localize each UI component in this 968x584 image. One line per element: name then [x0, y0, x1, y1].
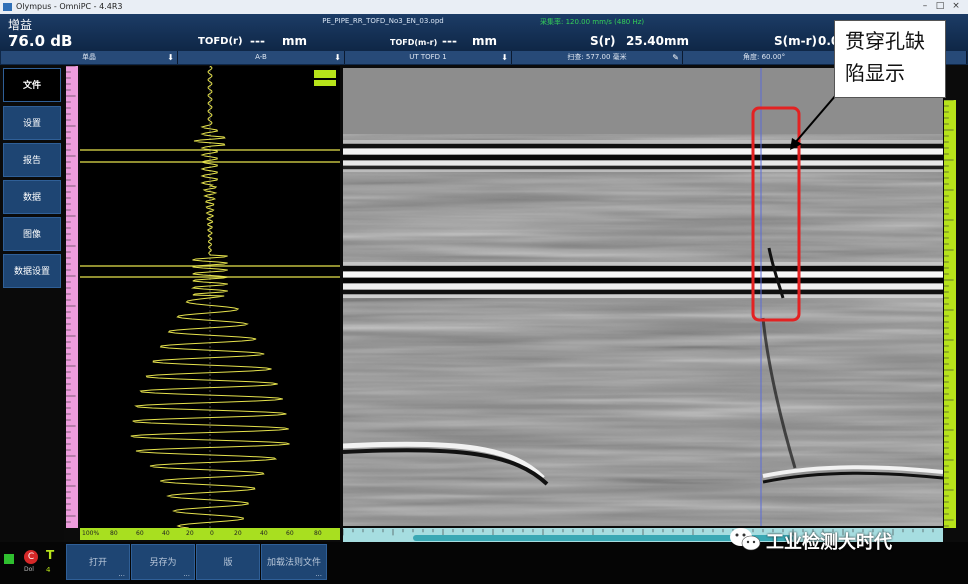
view-select-ab[interactable]: A-B ⬇	[178, 51, 345, 64]
chevron-down-icon: ⬇	[167, 53, 174, 62]
save-as-button[interactable]: 另存为...	[131, 544, 195, 580]
view-select-group[interactable]: UT TOFD 1 ⬇	[345, 51, 512, 64]
sidebar-item-label: 图像	[22, 230, 41, 240]
depth-ruler-right[interactable]	[944, 99, 956, 528]
sidebar-item-label: 设置	[22, 119, 41, 129]
a-scan-waveform	[80, 65, 340, 529]
view-selector-bar: 单晶 ⬇ A-B ⬇ UT TOFD 1 ⬇ 扫查: 577.00 毫米 ✎ 角度: 6…	[0, 50, 968, 65]
sidebar-item-report[interactable]: 报告	[3, 143, 61, 177]
ruler-tick: 20	[186, 530, 194, 537]
more-icon: ...	[118, 570, 125, 578]
ruler-tick: 40	[162, 530, 170, 537]
readout-header: 增益 76.0 dB PE_PIPE_RR_TOFD_No3_EN_03.opd…	[0, 14, 968, 50]
watermark-text: 工业检测大时代	[766, 532, 892, 553]
sidebar-item-data[interactable]: 数据	[3, 180, 61, 214]
sidebar-item-label: 数据	[22, 193, 41, 203]
sidebar-item-label: 文件	[22, 81, 41, 91]
sidebar-item-image[interactable]: 图像	[3, 217, 61, 251]
close-icon[interactable]: ×	[949, 1, 963, 12]
window-title: Olympus - OmniPC - 4.4R3	[16, 2, 123, 11]
open-button[interactable]: 打开...	[66, 544, 130, 580]
tofd-mr-unit: mm	[472, 34, 498, 48]
s-mr-label: S(m-r)	[774, 34, 818, 48]
ruler-tick: 100%	[82, 530, 100, 537]
tofd-r-label: TOFD(r)	[198, 36, 243, 47]
file-name: PE_PIPE_RR_TOFD_No3_EN_03.opd	[322, 17, 444, 25]
view-select-single-label: 单晶	[82, 53, 96, 61]
view-select-group-label: UT TOFD 1	[409, 53, 447, 61]
version-button[interactable]: 版	[196, 544, 260, 580]
amplitude-ruler[interactable]: 100% 80 60 40 20 0 20 40 60 80	[80, 528, 340, 540]
scan-position-field[interactable]: 扫查: 577.00 毫米 ✎	[512, 51, 683, 64]
callout-line-2: 陷显示	[845, 61, 905, 85]
view-select-single[interactable]: 单晶 ⬇	[1, 51, 178, 64]
scan-position-label: 扫查: 577.00 毫米	[567, 53, 627, 61]
right-ruler-ticks	[944, 99, 954, 527]
more-icon: ...	[315, 570, 322, 578]
ruler-tick: 20	[234, 530, 242, 537]
status-t-icon: T	[46, 548, 55, 562]
ruler-tick: 60	[136, 530, 144, 537]
wechat-icon	[730, 528, 761, 551]
ruler-tick: 0	[210, 530, 214, 537]
maximize-icon[interactable]: □	[933, 1, 947, 12]
ruler-tick: 60	[286, 530, 294, 537]
acquisition-speed: 采集率: 120.00 mm/s (480 Hz)	[540, 18, 645, 26]
chevron-down-icon: ⬇	[334, 53, 341, 62]
ruler-tick: 40	[260, 530, 268, 537]
depth-ruler-ticks	[66, 65, 76, 523]
gain-label: 增益	[8, 18, 33, 32]
sidebar-item-label: 报告	[22, 156, 41, 166]
callout-line-1: 贯穿孔缺	[845, 29, 925, 53]
load-law-file-button[interactable]: 加载法则文件...	[261, 544, 327, 580]
version-button-label: 版	[223, 558, 233, 568]
save-as-button-label: 另存为	[149, 558, 177, 568]
tofd-mr-value: ---	[442, 34, 457, 48]
pencil-icon: ✎	[672, 53, 679, 62]
angle-label: 角度: 60.00°	[743, 53, 786, 61]
chevron-down-icon: ⬇	[501, 53, 508, 62]
s-r-label: S(r)	[590, 34, 616, 48]
ruler-tick: 80	[110, 530, 118, 537]
load-law-file-button-label: 加载法则文件	[266, 558, 321, 568]
more-icon: ...	[183, 570, 190, 578]
minimize-icon[interactable]: –	[918, 1, 932, 12]
watermark: 工业检测大时代	[728, 524, 958, 554]
view-select-ab-label: A-B	[255, 53, 267, 61]
a-scan-view[interactable]	[80, 65, 340, 529]
sidebar-item-settings[interactable]: 设置	[3, 106, 61, 140]
status-t-sub: 4	[46, 566, 51, 574]
app-icon	[3, 3, 12, 11]
defect-callout: 贯穿孔缺 陷显示	[834, 20, 946, 98]
depth-ruler-left[interactable]	[66, 65, 78, 528]
sidebar-item-file[interactable]: 文件	[3, 68, 61, 102]
title-bar: Olympus - OmniPC - 4.4R3 – □ ×	[0, 0, 968, 14]
tofd-mr-label: TOFD(m-r)	[390, 38, 438, 47]
connection-icon	[4, 554, 14, 564]
open-button-label: 打开	[88, 558, 107, 568]
s-r-value: 25.40	[626, 34, 664, 48]
tofd-r-unit: mm	[282, 34, 308, 48]
ruler-tick: 80	[314, 530, 322, 537]
tofd-r-value: ---	[250, 34, 265, 48]
b-scan-view[interactable]	[343, 68, 943, 526]
app-window: Olympus - OmniPC - 4.4R3 – □ × 增益 76.0 d…	[0, 0, 968, 584]
status-c-sub: Dol	[24, 566, 34, 573]
gain-value[interactable]: 76.0 dB	[8, 32, 72, 50]
sidebar-item-label: 数据设置	[13, 267, 50, 277]
s-r-unit: mm	[664, 34, 690, 48]
sidebar: 文件 设置 报告 数据 图像 数据设置	[0, 66, 64, 542]
sidebar-item-data-settings[interactable]: 数据设置	[3, 254, 61, 288]
status-c-icon: C	[24, 550, 38, 564]
